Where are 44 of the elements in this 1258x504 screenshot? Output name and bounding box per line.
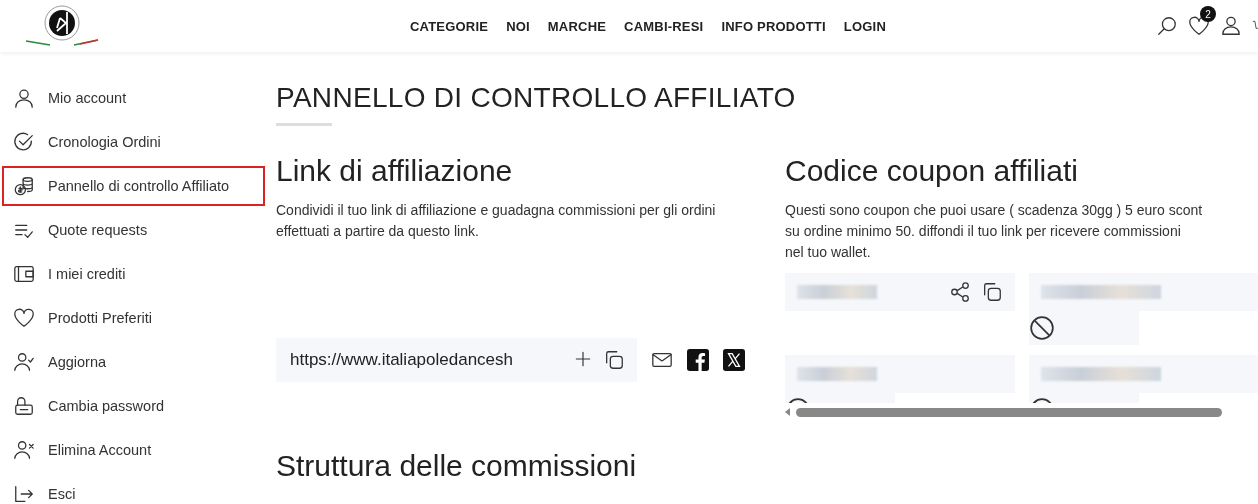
facebook-icon[interactable] <box>687 349 709 371</box>
logout-icon <box>13 483 35 504</box>
x-icon[interactable] <box>723 349 745 371</box>
check-circle-icon <box>13 131 35 153</box>
user-remove-icon <box>13 439 35 461</box>
page-title: PANNELLO DI CONTROLLO AFFILIATO <box>276 82 797 114</box>
nav-link[interactable]: CAMBI-RESI <box>624 18 704 34</box>
user-icon <box>1220 15 1242 37</box>
user-icon <box>13 87 35 109</box>
nav-link[interactable]: NOI <box>506 18 530 34</box>
search-icon <box>1156 15 1178 37</box>
copy-icon <box>603 349 625 371</box>
description-text: Questi sono coupon che puoi usare ( scadenza 30gg ) 5 euro scont su ordine minimo 50. diffondi il tuo link per ricevere commissioni nel tuo wallet. <box>785 201 1204 262</box>
sidebar-item[interactable]: Cambia password <box>2 386 265 426</box>
scrollbar-thumb[interactable] <box>796 407 1222 417</box>
sidebar-item[interactable]: I miei crediti <box>2 254 265 294</box>
wishlist-count-badge: 2 <box>1200 6 1216 22</box>
nav-link[interactable]: LOGIN <box>843 18 886 34</box>
section-title: Struttura delle commissioni <box>276 449 638 483</box>
heart-icon <box>13 307 35 329</box>
plus-icon <box>573 349 593 369</box>
user-check-icon <box>13 351 35 373</box>
sidebar-item[interactable]: Prodotti Preferiti <box>2 298 265 338</box>
sidebar-item[interactable]: Esci <box>2 474 265 504</box>
section-title: Link di affiliazione <box>276 154 514 188</box>
nav-link[interactable]: MARCHE <box>547 18 607 34</box>
lock-icon <box>13 395 35 417</box>
nav-link[interactable]: INFO PRODOTTI <box>721 18 826 34</box>
sidebar-item[interactable]: Aggiorna <box>2 342 265 382</box>
scroll-left-icon[interactable] <box>785 408 790 416</box>
sidebar-item[interactable]: Pannello di controllo Affiliato <box>2 166 265 206</box>
copy-icon <box>981 281 1003 303</box>
sidebar-item[interactable]: Cronologia Ordini <box>2 122 265 162</box>
logo-icon[interactable] <box>24 4 100 48</box>
wallet-icon <box>13 263 35 285</box>
sidebar-item[interactable]: Mio account <box>2 78 265 118</box>
section-title: Codice coupon affiliati <box>785 154 1079 188</box>
description-text: Condividi il tuo link di affiliazione e guadagna commissioni per gli ordini effettuati a partire da questo link. <box>276 201 717 241</box>
nav-link[interactable]: CATEGORIE <box>410 18 489 34</box>
sidebar-item[interactable]: Elimina Account <box>2 430 265 470</box>
sidebar-item[interactable]: Quote requests <box>2 210 265 250</box>
share-icon[interactable] <box>949 281 971 303</box>
coins-icon <box>13 175 35 197</box>
affiliate-link-field[interactable]: https://www.italiapoledancesh <box>276 338 637 382</box>
